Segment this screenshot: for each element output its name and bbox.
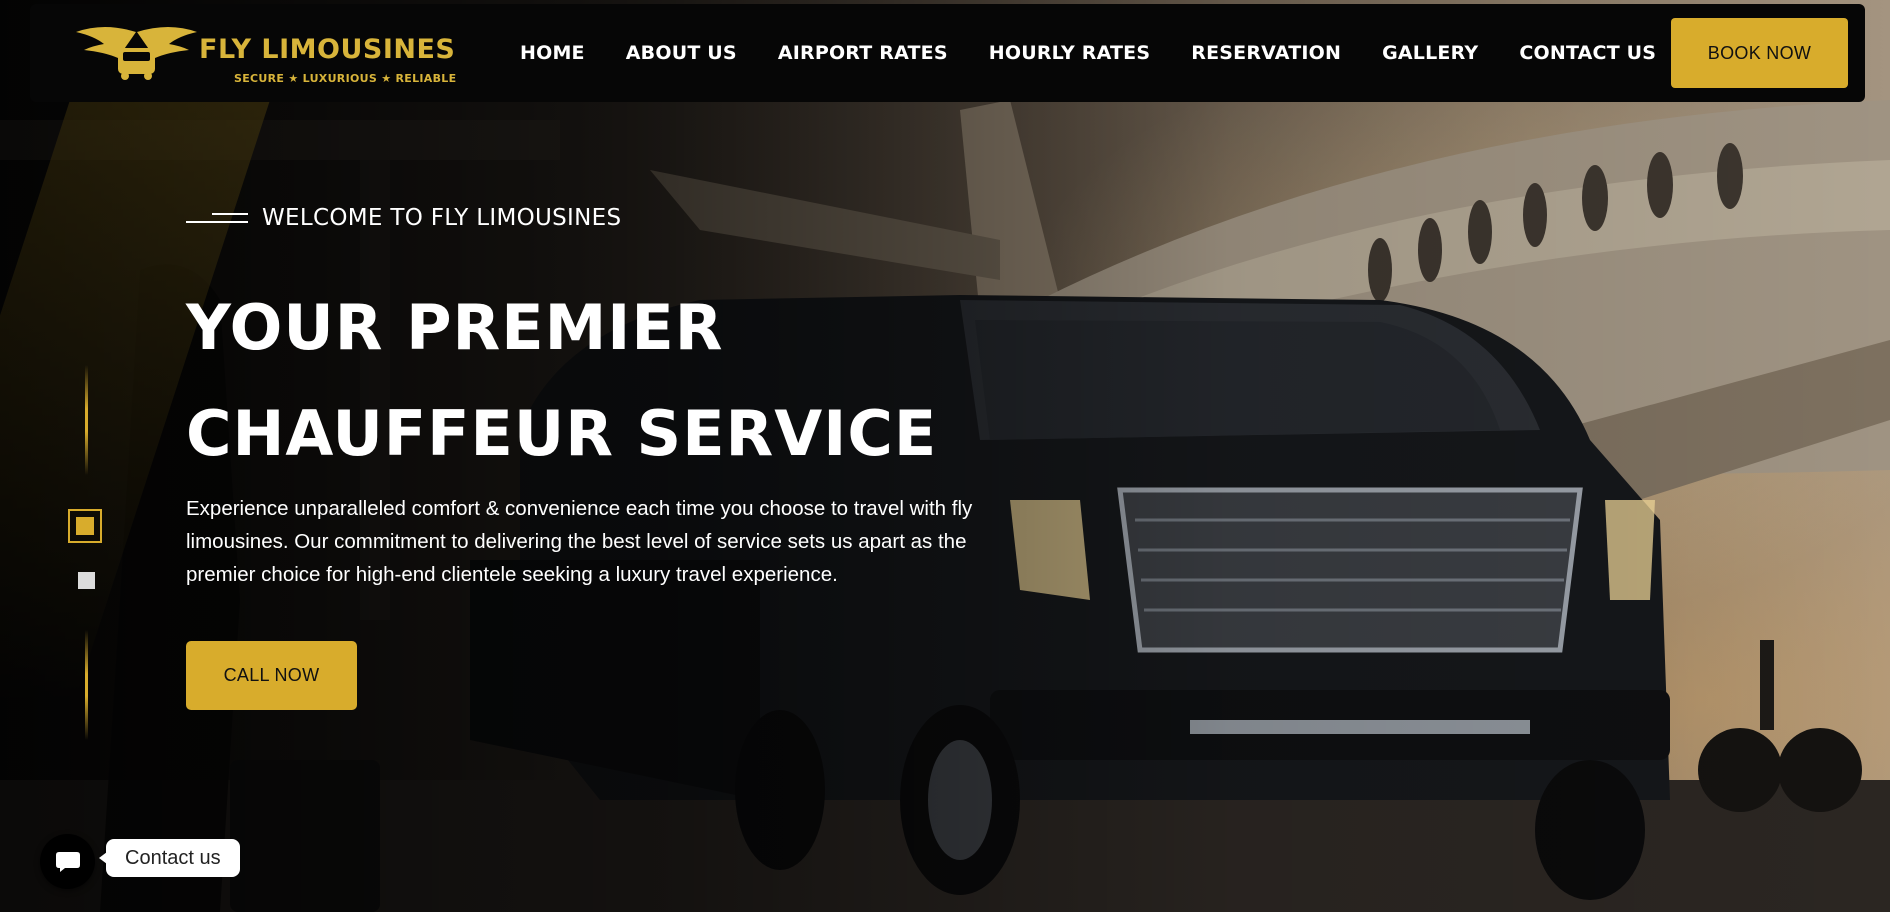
nav-contact-us[interactable]: CONTACT US <box>1519 42 1656 64</box>
brand-tagline: SECURE ★ LUXURIOUS ★ RELIABLE <box>234 72 457 85</box>
eyebrow-lines-icon <box>186 210 248 226</box>
eyebrow-text: WELCOME TO FLY LIMOUSINES <box>262 205 622 231</box>
nav-home[interactable]: HOME <box>520 42 585 64</box>
nav-about-us[interactable]: ABOUT US <box>626 42 737 64</box>
hero-eyebrow: WELCOME TO FLY LIMOUSINES <box>186 205 621 231</box>
slide-indicator[interactable] <box>78 572 95 589</box>
contact-chat-button[interactable] <box>40 834 95 889</box>
slide-indicator-active[interactable] <box>68 509 102 543</box>
slider-track-top <box>85 365 88 475</box>
winged-car-emblem-icon <box>76 27 197 80</box>
nav-reservation[interactable]: RESERVATION <box>1191 42 1341 64</box>
brand-logo[interactable]: FLY LIMOUSINES SECURE ★ LUXURIOUS ★ RELI… <box>74 22 494 92</box>
brand-name: FLY LIMOUSINES <box>199 34 456 65</box>
contact-us-label[interactable]: Contact us <box>99 839 240 877</box>
slider-track-bottom <box>85 630 88 740</box>
hero-description: Experience unparalleled comfort & conven… <box>186 497 973 586</box>
headline-line-2: CHAUFFEUR SERVICE <box>186 397 938 470</box>
hero-headline: YOUR PREMIER CHAUFFEUR SERVICE <box>186 275 937 487</box>
headline-line-1: YOUR PREMIER <box>186 291 724 364</box>
call-now-button[interactable]: CALL NOW <box>186 641 357 710</box>
site-header: FLY LIMOUSINES SECURE ★ LUXURIOUS ★ RELI… <box>30 4 1865 102</box>
book-now-button[interactable]: BOOK NOW <box>1671 18 1848 88</box>
nav-hourly-rates[interactable]: HOURLY RATES <box>989 42 1151 64</box>
main-nav: HOME ABOUT US AIRPORT RATES HOURLY RATES… <box>520 4 1697 102</box>
nav-gallery[interactable]: GALLERY <box>1382 42 1478 64</box>
chat-bubble-icon <box>55 851 80 872</box>
nav-airport-rates[interactable]: AIRPORT RATES <box>778 42 948 64</box>
